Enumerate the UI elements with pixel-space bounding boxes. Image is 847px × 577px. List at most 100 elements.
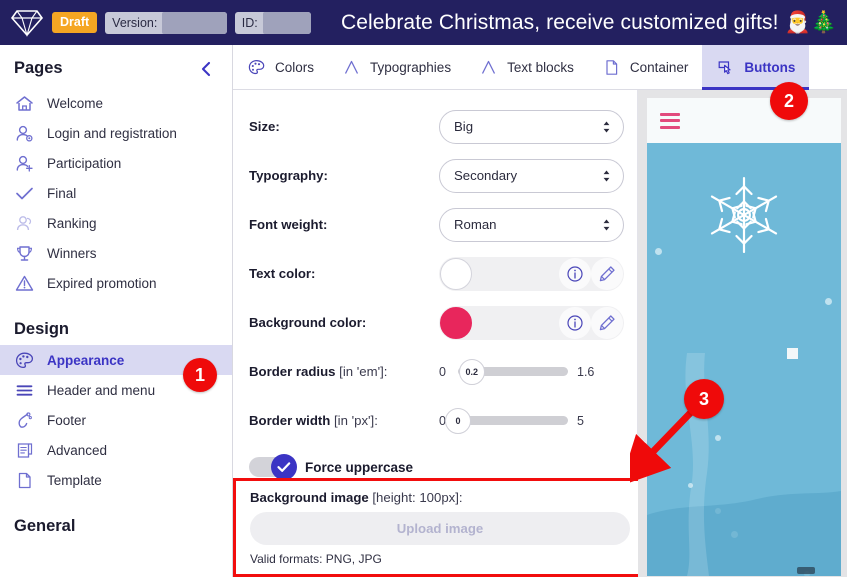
sidebar-item-label: Welcome <box>47 95 104 111</box>
trophy-icon <box>14 243 35 264</box>
app-root: Draft Version: ID: Celebrate Christmas, … <box>0 0 847 577</box>
tab-label: Typographies <box>370 59 452 75</box>
burger-line <box>660 125 680 129</box>
footer-icon <box>14 410 35 431</box>
button-settings-form: Size: Big Typography: Secondary Font wei… <box>233 90 647 577</box>
border-width-slider[interactable]: 0 0 5 <box>439 407 587 434</box>
version-label: Version: <box>112 15 158 30</box>
border-width-knob[interactable]: 0 <box>445 407 471 434</box>
step-marker-2: 2 <box>770 82 808 120</box>
draft-status-badge: Draft <box>52 11 98 34</box>
page-icon <box>14 470 35 491</box>
step-marker-3: 3 <box>684 379 724 419</box>
chevron-updown-icon <box>602 168 611 183</box>
chevron-updown-icon <box>602 119 611 134</box>
font-weight-select[interactable]: Roman <box>439 207 624 242</box>
id-field[interactable]: ID: <box>234 11 311 34</box>
chevron-left-icon[interactable] <box>198 60 214 78</box>
border-radius-unit: [in 'em']: <box>339 364 388 379</box>
burger-line <box>660 112 680 116</box>
version-value[interactable] <box>162 11 227 34</box>
background-color-label: Background color: <box>249 315 367 330</box>
tab-label: Container <box>629 59 689 75</box>
border-radius-slider[interactable]: 0 0.2 1.6 <box>439 358 595 385</box>
font-weight-label: Font weight: <box>249 217 328 232</box>
sidebar-item-advanced[interactable]: Advanced <box>0 435 232 465</box>
toggle-knob <box>271 454 297 480</box>
sidebar-item-label: Participation <box>47 155 122 171</box>
text-color-field[interactable] <box>439 256 624 291</box>
sidebar-item-ranking[interactable]: Ranking <box>0 208 232 238</box>
valid-formats-note: Valid formats: PNG, JPG <box>250 552 382 566</box>
sidebar-item-label: Login and registration <box>47 125 177 141</box>
tab-typographies[interactable]: Typographies <box>328 45 465 89</box>
info-icon[interactable] <box>559 257 591 290</box>
sidebar-item-welcome[interactable]: Welcome <box>0 88 232 118</box>
sidebar-item-template[interactable]: Template <box>0 465 232 495</box>
diamond-icon[interactable] <box>10 8 44 38</box>
background-image-section: Background image [height: 100px]: Upload… <box>233 478 647 577</box>
typography-icon <box>342 58 361 77</box>
border-width-row: Border width [in 'px']: 0 0 5 <box>233 396 637 445</box>
user-group-icon <box>14 213 35 234</box>
border-radius-label: Border radius [in 'em']: <box>249 364 439 379</box>
sidebar-item-label: Header and menu <box>47 382 156 398</box>
background-image-label: Background image <box>250 490 369 505</box>
background-color-field[interactable] <box>439 305 624 340</box>
sidebar-item-label: Footer <box>47 412 87 428</box>
background-color-swatch[interactable] <box>440 306 472 339</box>
typography-select[interactable]: Secondary <box>439 158 624 193</box>
sidebar: Pages Welcome Login and registration Par… <box>0 45 233 577</box>
version-field[interactable]: Version: <box>105 11 227 34</box>
force-uppercase-toggle[interactable] <box>249 454 297 480</box>
tab-text-blocks[interactable]: Text blocks <box>465 45 588 89</box>
preview-body <box>647 143 841 576</box>
typography-icon <box>479 58 498 77</box>
scroll-icon <box>14 440 35 461</box>
tab-bar: Colors Typographies Text blocks Containe… <box>233 45 847 90</box>
border-width-track[interactable]: 0 <box>445 407 568 434</box>
border-radius-knob[interactable]: 0.2 <box>458 358 485 385</box>
font-weight-row: Font weight: Roman <box>233 200 637 249</box>
pencil-icon[interactable] <box>591 306 623 339</box>
pencil-icon[interactable] <box>591 257 623 290</box>
top-bar: Draft Version: ID: Celebrate Christmas, … <box>0 0 847 45</box>
user-add-icon <box>14 153 35 174</box>
background-image-title: Background image [height: 100px]: <box>250 490 630 505</box>
text-color-swatch[interactable] <box>440 257 472 290</box>
border-width-max: 5 <box>577 413 584 428</box>
chevron-updown-icon <box>602 217 611 232</box>
general-title: General <box>14 517 76 535</box>
size-select[interactable]: Big <box>439 109 624 144</box>
sidebar-item-label: Appearance <box>47 352 125 368</box>
background-color-actions <box>559 306 623 339</box>
border-radius-row: Border radius [in 'em']: 0 0.2 1.6 <box>233 347 637 396</box>
burger-line <box>660 119 680 122</box>
border-width-label: Border width [in 'px']: <box>249 413 439 428</box>
tab-colors[interactable]: Colors <box>233 45 328 89</box>
sidebar-item-login-and-registration[interactable]: Login and registration <box>0 118 232 148</box>
info-icon[interactable] <box>559 306 591 339</box>
tab-label: Buttons <box>744 59 796 75</box>
text-color-label: Text color: <box>249 266 316 281</box>
sidebar-item-winners[interactable]: Winners <box>0 238 232 268</box>
border-radius-min: 0 <box>439 364 446 379</box>
sidebar-item-label: Template <box>47 472 102 488</box>
promotion-title: Celebrate Christmas, receive customized … <box>340 10 837 34</box>
border-radius-label-text: Border radius <box>249 364 336 379</box>
upload-image-button[interactable]: Upload image <box>250 512 630 545</box>
border-radius-max: 1.6 <box>577 364 595 379</box>
sidebar-item-expired-promotion[interactable]: Expired promotion <box>0 268 232 298</box>
border-radius-track[interactable]: 0.2 <box>458 358 568 385</box>
sidebar-item-footer[interactable]: Footer <box>0 405 232 435</box>
hamburger-menu-icon[interactable] <box>660 112 680 129</box>
tab-container[interactable]: Container <box>588 45 703 89</box>
sidebar-item-participation[interactable]: Participation <box>0 148 232 178</box>
step-marker-1: 1 <box>183 358 217 392</box>
sidebar-item-final[interactable]: Final <box>0 178 232 208</box>
tab-label: Text blocks <box>507 59 574 75</box>
id-value[interactable] <box>262 11 311 34</box>
palette-icon <box>247 58 266 77</box>
size-label: Size: <box>249 119 280 134</box>
